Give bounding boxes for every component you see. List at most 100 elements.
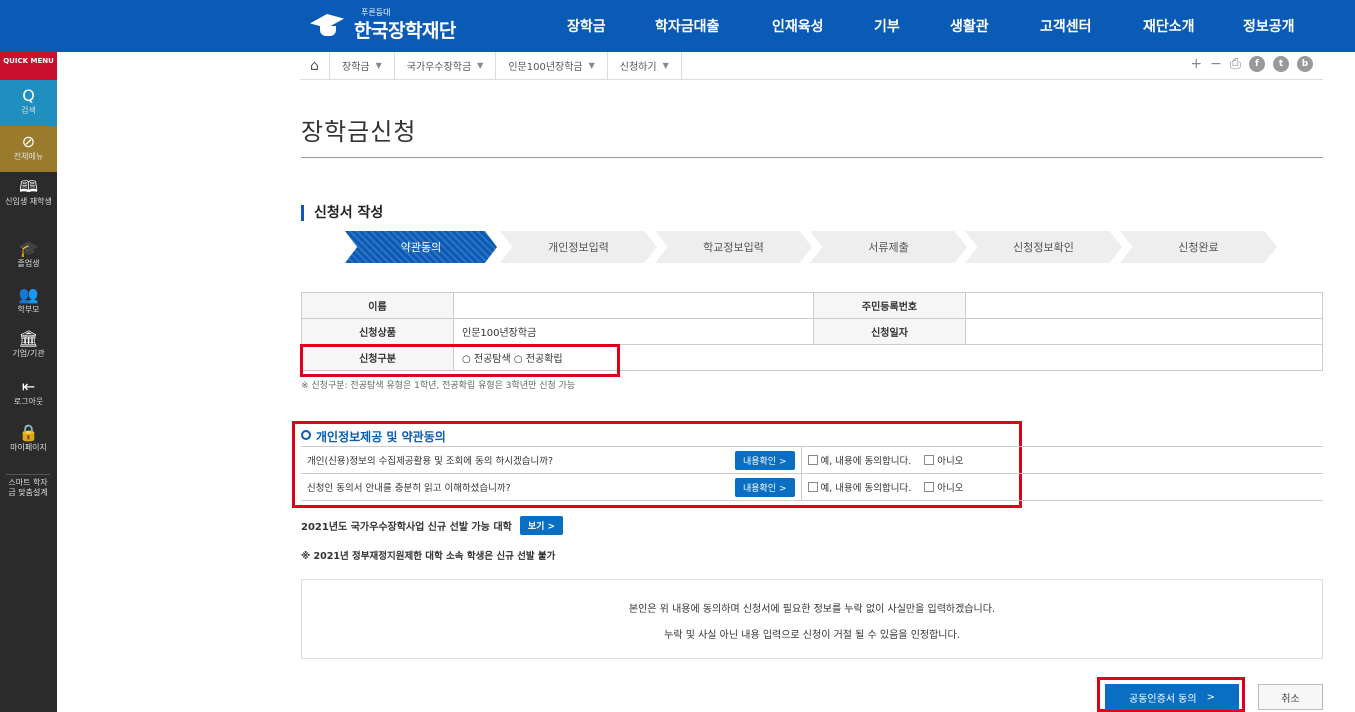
title-divider	[301, 157, 1323, 158]
checkbox-label: 예, 내용에 동의합니다.	[820, 455, 912, 467]
button-label: 공동인증서 동의	[1129, 693, 1197, 705]
agreement-table: 개인(신용)정보의 수집제공활용 및 조회에 동의 하시겠습니까? 내용확인 >…	[301, 446, 1323, 501]
blog-icon[interactable]: b	[1297, 56, 1313, 72]
type-note: ※ 신청구분: 전공탐색 유형은 1학년, 전공확립 유형은 3학년만 신청 가…	[301, 381, 576, 391]
checkbox-box	[807, 454, 818, 465]
date-label: 신청일자	[813, 318, 966, 345]
breadcrumb: ⌂ 장학금 ▼ 국가우수장학금 ▼ 인문100년장학금 ▼ 신청하기 ▼ + − ⎙ f…	[300, 51, 1323, 80]
sidebar-item-parent[interactable]: 👥 학부모	[0, 286, 57, 315]
checkbox-box	[924, 454, 935, 465]
chevron-right-icon: >	[1206, 691, 1215, 703]
sidebar-item-student[interactable]: 🕮 신입생 재학생	[0, 178, 57, 207]
certificate-agree-button[interactable]: 공동인증서 동의 >	[1105, 684, 1239, 710]
name-label: 이름	[301, 292, 454, 319]
gnb-item-about[interactable]: 재단소개	[1143, 16, 1195, 36]
chevron-down-icon: ▼	[588, 61, 595, 70]
view-content-button[interactable]: 내용확인 >	[734, 477, 795, 497]
quick-menu-header: QUICK MENU	[0, 52, 57, 80]
sidebar-item-logout[interactable]: ⇤ 로그아웃	[0, 378, 57, 407]
graduation-cap-logo-icon	[308, 12, 348, 40]
sidebar-item-label: 전체메뉴	[13, 152, 44, 161]
sidebar-item-label: 학부모	[17, 305, 40, 314]
sidebar-item-all-menu[interactable]: ⊘ 전체메뉴	[0, 126, 57, 172]
eligible-university-row: 2021년도 국가우수장학사업 신규 선발 가능 대학 보기 >	[301, 516, 564, 535]
zoom-out-icon[interactable]: −	[1210, 56, 1222, 72]
lock-icon: 🔒	[18, 423, 39, 442]
product-label: 신청상품	[301, 318, 454, 345]
view-content-button[interactable]: 내용확인 >	[734, 450, 795, 470]
chevron-down-icon: ▼	[477, 61, 484, 70]
kosaf-logo[interactable]: 푸른등대 한국장학재단	[308, 6, 456, 46]
home-icon[interactable]: ⌂	[300, 51, 330, 80]
highlight-box	[300, 344, 620, 377]
checkbox-box	[807, 481, 818, 492]
compass-icon: ⊘	[21, 132, 36, 151]
facebook-icon[interactable]: f	[1249, 56, 1265, 72]
sidebar-item-label: 스마트 학자금 맞춤설계	[8, 478, 48, 497]
chevron-down-icon: ▼	[662, 61, 669, 70]
step-documents: 서류제출	[810, 231, 967, 263]
eligible-university-text: 2021년도 국가우수장학사업 신규 선발 가능 대학	[301, 522, 512, 533]
confirmation-line: 누락 및 사실 아닌 내용 입력으로 신청이 거절 될 수 있음을 인정합니다.	[664, 630, 960, 641]
restriction-note: ※ 2021년 정부재정지원제한 대학 소속 학생은 신규 선발 불가	[301, 551, 556, 562]
confirmation-box: 본인은 위 내용에 동의하며 신청서에 필요한 정보를 누락 없이 사실만을 입…	[301, 579, 1323, 659]
rrn-value	[965, 292, 1323, 319]
agreement-question: 신청인 동의서 안내를 충분히 읽고 이해하셨습니까?	[301, 473, 729, 501]
gnb-item-donation[interactable]: 기부	[874, 16, 900, 36]
gnb-item-scholarship[interactable]: 장학금	[567, 16, 606, 36]
checkbox-label: 아니오	[937, 482, 964, 494]
sidebar-item-graduate[interactable]: 🎓 졸업생	[0, 240, 57, 269]
confirmation-line: 본인은 위 내용에 동의하며 신청서에 필요한 정보를 누락 없이 사실만을 입…	[628, 604, 996, 615]
page-title: 장학금신청	[301, 118, 417, 146]
agree-no-checkbox[interactable]: 아니오	[924, 480, 964, 494]
rrn-label: 주민등록번호	[813, 292, 966, 319]
gnb-item-customer-center[interactable]: 고객센터	[1040, 16, 1092, 36]
section-title: 신청서 작성	[301, 205, 383, 221]
step-complete: 신청완료	[1120, 231, 1277, 263]
view-universities-button[interactable]: 보기 >	[519, 516, 564, 535]
gnb-item-dormitory[interactable]: 생활관	[950, 16, 989, 36]
agreement-choices: 예, 내용에 동의합니다. 아니오	[801, 473, 1323, 501]
step-review: 신청정보확인	[965, 231, 1122, 263]
breadcrumb-item-apply[interactable]: 신청하기 ▼	[608, 51, 682, 80]
chevron-down-icon: ▼	[375, 61, 382, 70]
twitter-icon[interactable]: t	[1273, 56, 1289, 72]
sidebar-item-company[interactable]: 🏛 기업/기관	[0, 330, 57, 359]
step-terms: 약관동의	[345, 231, 497, 263]
gnb-item-disclosure[interactable]: 정보공개	[1243, 16, 1295, 36]
breadcrumb-label: 신청하기	[619, 62, 657, 73]
sidebar-item-mypage[interactable]: 🔒 마이페이지	[0, 424, 57, 453]
sidebar-item-label: 졸업생	[17, 259, 40, 268]
step-personal-info: 개인정보입력	[500, 231, 657, 263]
breadcrumb-label: 인문100년장학금	[508, 62, 583, 73]
checkbox-label: 아니오	[937, 455, 964, 467]
gnb-item-talent[interactable]: 인재육성	[772, 16, 824, 36]
book-icon: 🕮	[19, 177, 38, 196]
building-icon: 🏛	[18, 329, 39, 348]
gnb-item-loan[interactable]: 학자금대출	[655, 16, 719, 36]
zoom-in-icon[interactable]: +	[1190, 56, 1202, 72]
sidebar-item-label: 마이페이지	[10, 443, 47, 452]
date-value	[965, 318, 1323, 345]
logout-icon: ⇤	[21, 377, 36, 396]
agree-no-checkbox[interactable]: 아니오	[924, 453, 964, 467]
sidebar-item-label: 기업/기관	[12, 349, 45, 358]
cancel-button[interactable]: 취소	[1258, 684, 1323, 710]
checkbox-label: 예, 내용에 동의합니다.	[820, 482, 912, 494]
step-school-info: 학교정보입력	[655, 231, 812, 263]
print-icon[interactable]: ⎙	[1230, 56, 1241, 72]
sidebar-item-smart-planner[interactable]: 스마트 학자금 맞춤설계	[6, 474, 50, 498]
breadcrumb-label: 국가우수장학금	[406, 62, 472, 73]
sidebar-item-label: 로그아웃	[13, 397, 44, 406]
breadcrumb-item-humanities[interactable]: 인문100년장학금 ▼	[496, 51, 608, 80]
page-tools: + − ⎙ f t b	[1190, 56, 1313, 72]
agree-yes-checkbox[interactable]: 예, 내용에 동의합니다.	[807, 453, 912, 467]
agreement-question: 개인(신용)정보의 수집제공활용 및 조회에 동의 하시겠습니까?	[301, 446, 729, 474]
sidebar-item-label: 검색	[21, 106, 36, 115]
breadcrumb-item-national[interactable]: 국가우수장학금 ▼	[395, 51, 497, 80]
breadcrumb-item-scholarship[interactable]: 장학금 ▼	[330, 51, 395, 80]
agree-yes-checkbox[interactable]: 예, 내용에 동의합니다.	[807, 480, 912, 494]
search-icon: Q	[22, 86, 35, 105]
sidebar-item-search[interactable]: Q 검색	[0, 80, 57, 126]
agreement-button-cell: 내용확인 >	[728, 446, 802, 474]
